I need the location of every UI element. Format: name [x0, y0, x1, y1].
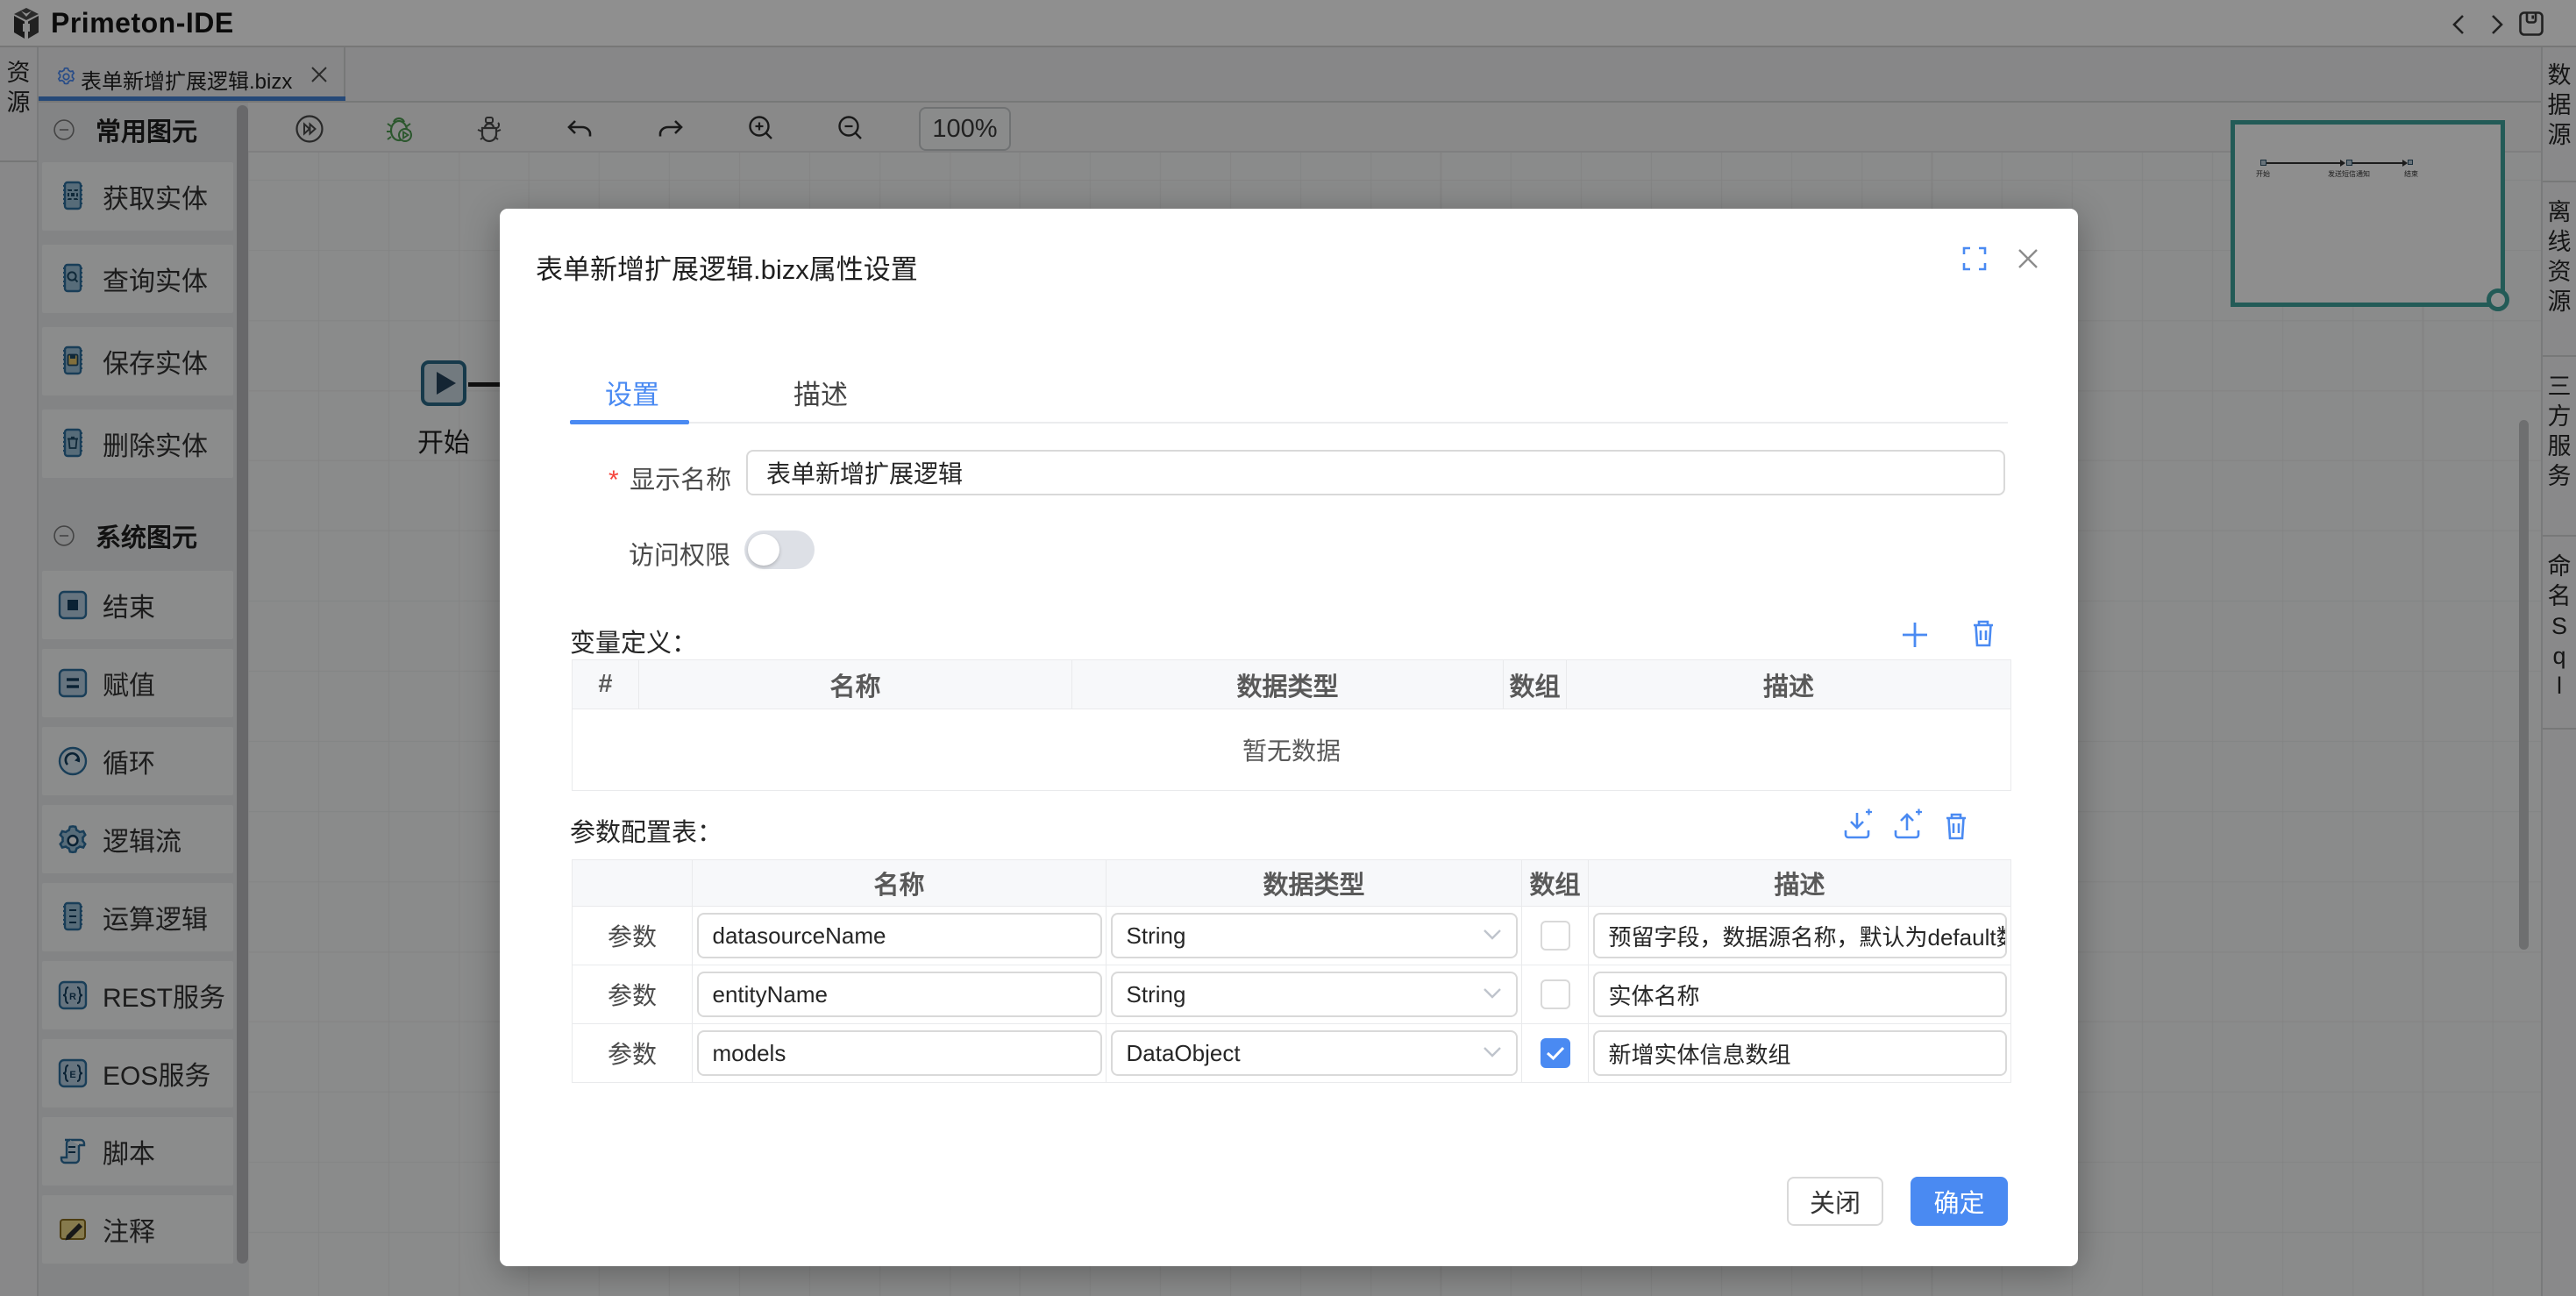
display-name-value: 表单新增扩展逻辑 — [766, 455, 963, 490]
param-row: 参数 datasourceName String 预留字段，数据源名称，默认为d… — [573, 907, 2011, 965]
param-kind: 参数 — [573, 965, 693, 1024]
delete-params-icon[interactable] — [1939, 808, 1974, 844]
param-type-value: String — [1127, 981, 1186, 1008]
delete-variable-icon[interactable] — [1966, 616, 2001, 651]
param-name-value: models — [713, 1040, 786, 1067]
chevron-down-icon — [1483, 987, 1502, 1000]
display-name-row: * 显示名称 — [608, 459, 731, 496]
display-name-label: 显示名称 — [630, 466, 731, 495]
display-name-input[interactable]: 表单新增扩展逻辑 — [746, 450, 2005, 495]
param-desc-input[interactable]: 新增实体信息数组 — [1593, 1030, 2007, 1076]
col-name: 名称 — [693, 860, 1107, 907]
primeton-ide-app: Primeton-IDE 资源 表单新增扩展逻辑.bizx — [0, 0, 2576, 1296]
param-name-value: datasourceName — [713, 922, 886, 950]
active-tab-indicator — [570, 420, 689, 424]
chevron-down-icon — [1483, 929, 1502, 941]
dialog-tabs: 设置 描述 — [570, 362, 2008, 424]
access-label: 访问权限 — [629, 535, 730, 572]
tab-description[interactable]: 描述 — [793, 373, 848, 412]
param-desc-input[interactable]: 预留字段，数据源名称，默认为default数 — [1593, 913, 2007, 958]
col-array: 数组 — [1504, 660, 1567, 709]
param-type-value: String — [1127, 922, 1186, 950]
param-type-value: DataObject — [1127, 1040, 1241, 1067]
variables-empty-state: 暂无数据 — [573, 709, 2011, 791]
param-type-select[interactable]: DataObject — [1111, 1030, 1518, 1076]
param-desc-value: 预留字段，数据源名称，默认为default数 — [1609, 920, 2007, 952]
col-desc: 描述 — [1589, 860, 2011, 907]
check-icon — [1546, 1045, 1565, 1061]
col-type: 数据类型 — [1107, 860, 1522, 907]
param-desc-input[interactable]: 实体名称 — [1593, 972, 2007, 1017]
param-kind: 参数 — [573, 1024, 693, 1083]
export-params-icon[interactable] — [1889, 808, 1925, 843]
tab-settings[interactable]: 设置 — [605, 373, 659, 412]
fullscreen-icon[interactable] — [1962, 246, 1987, 271]
param-array-checkbox[interactable] — [1541, 979, 1570, 1009]
col-type: 数据类型 — [1072, 660, 1504, 709]
col-desc: 描述 — [1567, 660, 2011, 709]
param-desc-value: 实体名称 — [1609, 979, 1700, 1011]
param-name-input[interactable]: entityName — [697, 972, 1102, 1017]
add-variable-icon[interactable] — [1897, 617, 1932, 652]
param-type-select[interactable]: String — [1111, 913, 1518, 958]
chevron-down-icon — [1483, 1046, 1502, 1058]
param-name-input[interactable]: models — [697, 1030, 1102, 1076]
param-kind: 参数 — [573, 907, 693, 965]
import-params-icon[interactable] — [1839, 808, 1875, 843]
col-array: 数组 — [1522, 860, 1589, 907]
access-toggle[interactable] — [744, 531, 815, 569]
ok-button[interactable]: 确定 — [1911, 1177, 2008, 1226]
param-row: 参数 entityName String 实体名称 — [573, 965, 2011, 1024]
close-button[interactable]: 关闭 — [1787, 1177, 1883, 1226]
toggle-knob — [748, 534, 779, 566]
param-row: 参数 models DataObject 新增实体信息数组 — [573, 1024, 2011, 1083]
params-table: 名称 数据类型 数组 描述 参数 datasourceName String 预… — [572, 859, 2011, 1083]
param-array-checkbox[interactable] — [1541, 1038, 1570, 1068]
param-desc-value: 新增实体信息数组 — [1609, 1037, 1791, 1070]
param-type-select[interactable]: String — [1111, 972, 1518, 1017]
dialog-close-icon[interactable] — [2017, 247, 2039, 270]
param-name-input[interactable]: datasourceName — [697, 913, 1102, 958]
col-kind — [573, 860, 693, 907]
required-asterisk: * — [608, 466, 619, 495]
param-array-checkbox[interactable] — [1541, 921, 1570, 951]
dialog-title: 表单新增扩展逻辑.bizx属性设置 — [536, 247, 918, 287]
param-name-value: entityName — [713, 981, 829, 1008]
col-index: # — [573, 660, 639, 709]
col-name: 名称 — [639, 660, 1072, 709]
variables-section-label: 变量定义： — [570, 623, 697, 659]
properties-dialog: 表单新增扩展逻辑.bizx属性设置 设置 描述 * 显示名称 表单新增扩展逻辑 … — [500, 209, 2078, 1266]
variables-table: # 名称 数据类型 数组 描述 暂无数据 — [572, 659, 2011, 791]
params-section-label: 参数配置表： — [570, 812, 722, 849]
